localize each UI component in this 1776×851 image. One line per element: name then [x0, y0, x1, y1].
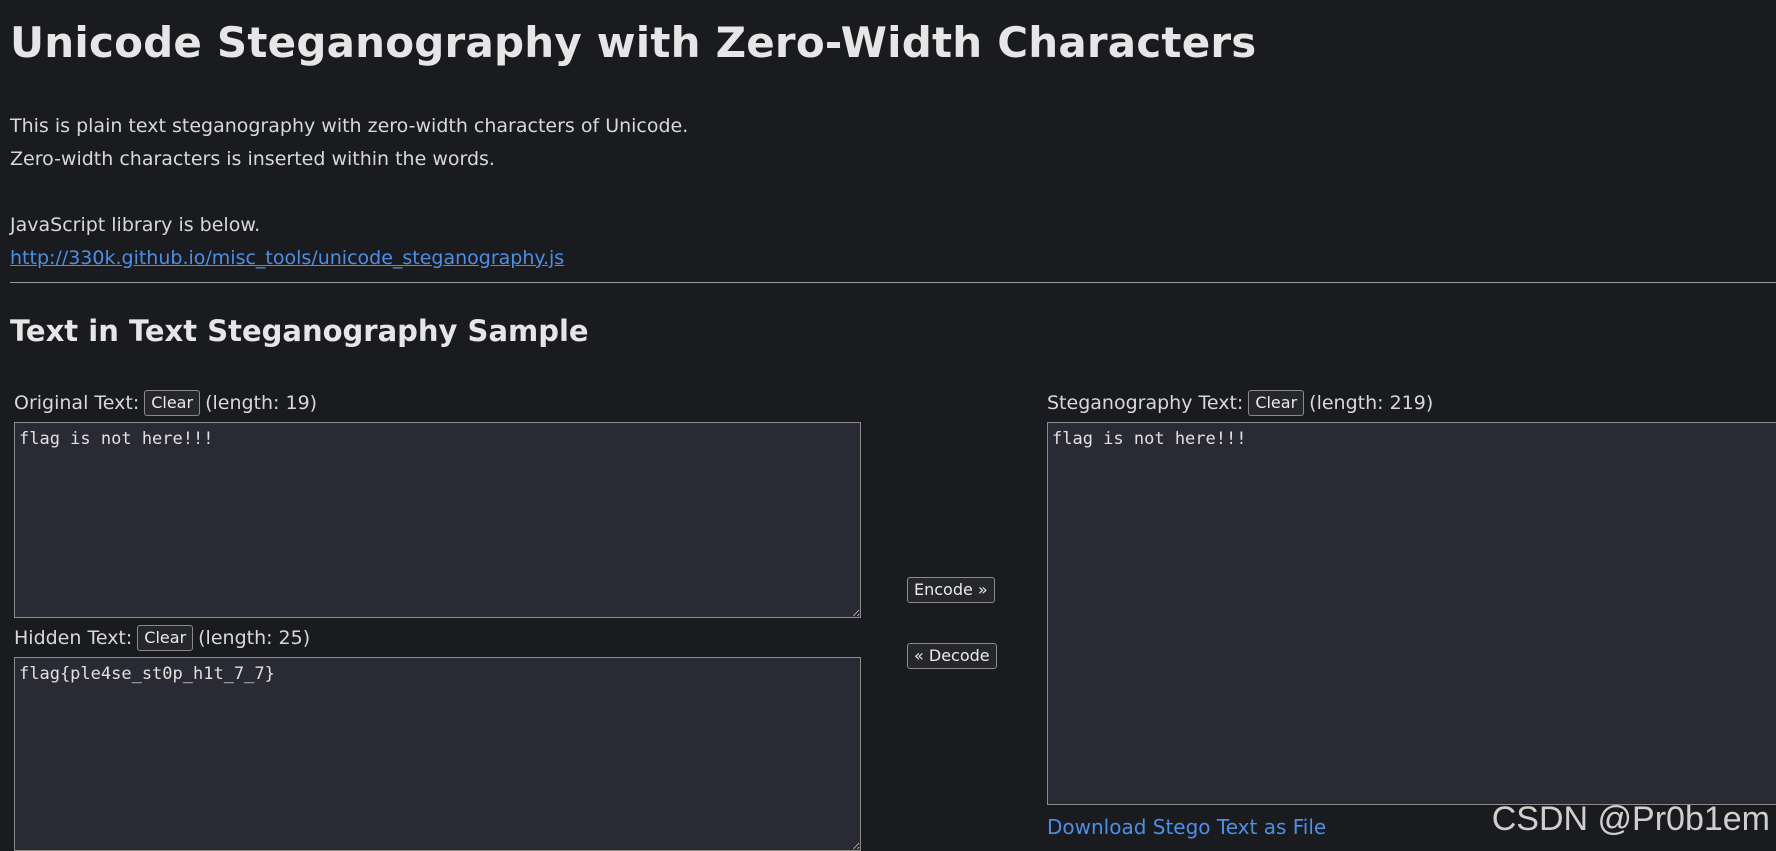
- stego-length: (length: 219): [1309, 392, 1434, 414]
- intro-line-2: Zero-width characters is inserted within…: [10, 148, 495, 170]
- hidden-text-label-row: Hidden Text: Clear (length: 25): [14, 625, 310, 651]
- page: Unicode Steganography with Zero-Width Ch…: [0, 0, 1776, 851]
- section-divider: [10, 282, 1776, 283]
- original-text-input[interactable]: flag is not here!!!: [14, 422, 861, 618]
- hidden-length: (length: 25): [198, 627, 311, 649]
- stego-text-label-row: Steganography Text: Clear (length: 219): [1047, 390, 1433, 416]
- section-title: Text in Text Steganography Sample: [10, 314, 589, 348]
- stego-clear-button[interactable]: Clear: [1248, 390, 1305, 416]
- intro-line-1: This is plain text steganography with ze…: [10, 115, 689, 137]
- hidden-text-label: Hidden Text:: [14, 627, 133, 649]
- intro-spacer: [10, 176, 688, 209]
- original-text-label: Original Text:: [14, 392, 140, 414]
- watermark-text: CSDN @Pr0b1em: [1491, 800, 1770, 838]
- library-link[interactable]: http://330k.github.io/misc_tools/unicode…: [10, 247, 564, 269]
- original-text-label-row: Original Text: Clear (length: 19): [14, 390, 317, 416]
- page-title: Unicode Steganography with Zero-Width Ch…: [10, 18, 1257, 67]
- stego-text-label: Steganography Text:: [1047, 392, 1244, 414]
- intro-line-3: JavaScript library is below.: [10, 214, 261, 236]
- original-clear-button[interactable]: Clear: [144, 390, 201, 416]
- stego-text-input[interactable]: flag is not here!!!: [1047, 422, 1776, 805]
- download-stego-link[interactable]: Download Stego Text as File: [1047, 815, 1326, 839]
- decode-button[interactable]: « Decode: [907, 643, 997, 669]
- original-length: (length: 19): [205, 392, 318, 414]
- hidden-text-input[interactable]: flag{ple4se_st0p_h1t_7_7}: [14, 657, 861, 851]
- hidden-clear-button[interactable]: Clear: [137, 625, 194, 651]
- encode-button[interactable]: Encode »: [907, 577, 995, 603]
- intro-text: This is plain text steganography with ze…: [10, 110, 688, 275]
